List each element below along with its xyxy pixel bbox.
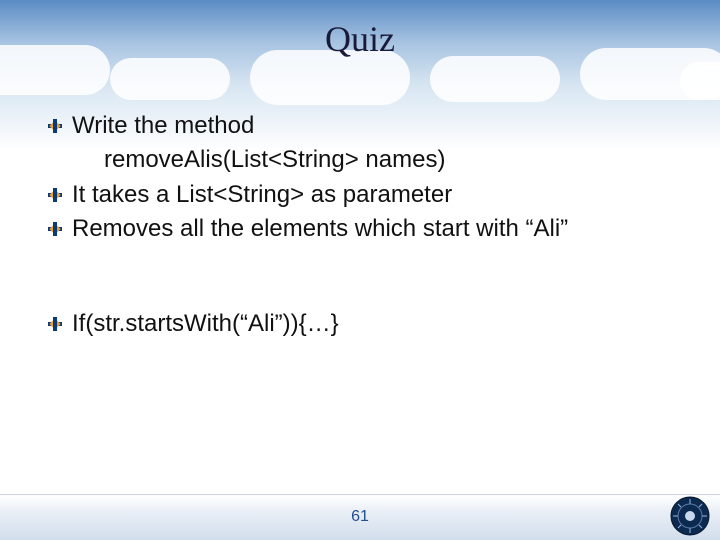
bullet-item: Write the method: [48, 110, 680, 142]
hint-text: If(str.startsWith(“Ali”)){…}: [72, 308, 680, 340]
bullet-text: Write the method: [72, 110, 680, 142]
university-seal-icon: [670, 496, 710, 536]
plus-diamond-icon: [48, 188, 62, 202]
bullet-item: Removes all the elements which start wit…: [48, 213, 680, 245]
slide-title: Quiz: [0, 18, 720, 60]
bullet-item: It takes a List<String> as parameter: [48, 179, 680, 211]
page-number: 61: [0, 508, 720, 526]
bullet-text: Removes all the elements which start wit…: [72, 213, 680, 245]
bullet-item: If(str.startsWith(“Ali”)){…}: [48, 308, 680, 340]
plus-diamond-icon: [48, 222, 62, 236]
plus-diamond-icon: [48, 317, 62, 331]
bullet-subtext: removeAlis(List<String> names): [48, 144, 680, 176]
plus-diamond-icon: [48, 119, 62, 133]
bullet-text: It takes a List<String> as parameter: [72, 179, 680, 211]
slide-content: Write the method removeAlis(List<String>…: [48, 110, 680, 342]
